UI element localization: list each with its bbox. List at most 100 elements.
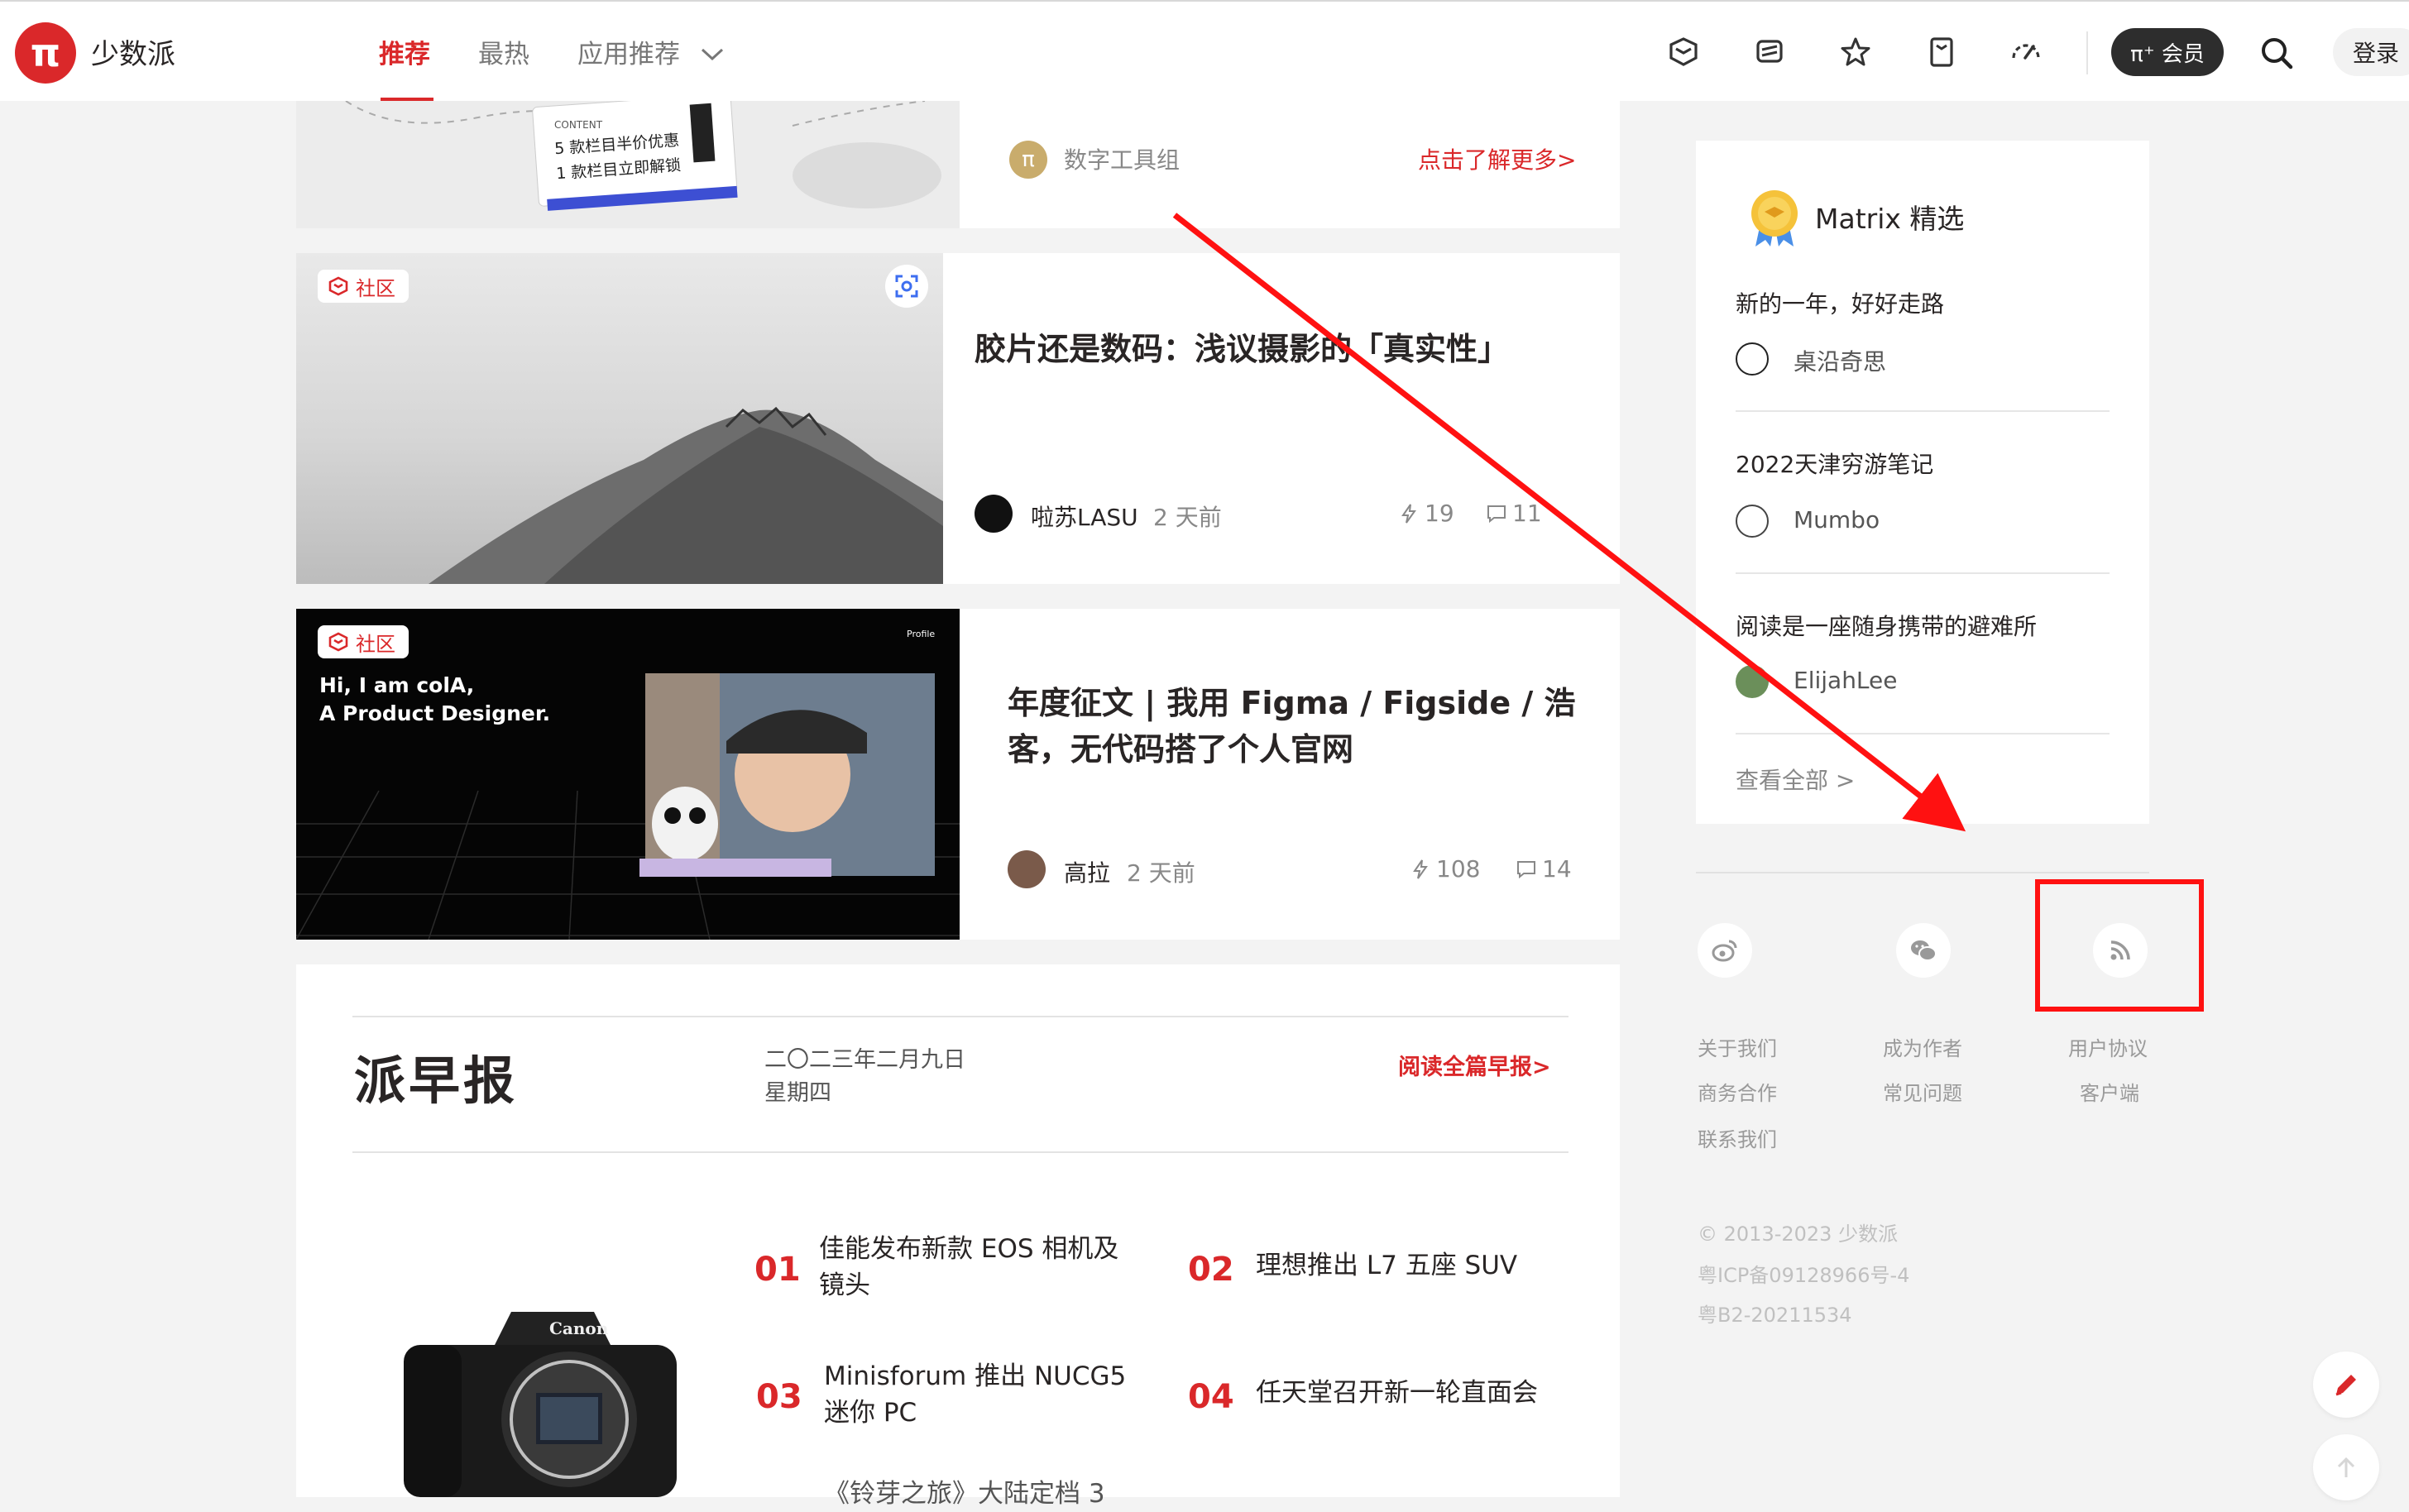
community-badge[interactable]: 社区 (318, 270, 409, 303)
matrix-divider (1736, 572, 2110, 574)
news-item-line-1[interactable]: 佳能发布新款 EOS 相机及 (819, 1231, 1118, 1267)
author-name[interactable]: 啦苏LASU (1031, 500, 1138, 533)
matrix-badge-icon (328, 276, 348, 296)
news-item-partial[interactable]: 《铃芽之旅》大陆定档 3 (824, 1476, 1105, 1512)
footer-link-become-author[interactable]: 成为作者 (1883, 1032, 1962, 1061)
write-button[interactable] (2313, 1352, 2379, 1418)
ticket-small-label: CONTENT (554, 119, 603, 131)
news-number: 01 (754, 1251, 801, 1289)
post-time: 2 天前 (1127, 859, 1195, 887)
bookmark-icon[interactable] (1924, 35, 1959, 69)
matrix-item-author[interactable]: ElijahLee (1794, 667, 1898, 694)
news-item-line-2[interactable]: 迷你 PC (824, 1395, 917, 1431)
read-full-daily-link[interactable]: 阅读全篇早报> (1398, 1049, 1551, 1081)
daily-date: 二〇二三年二月九日 (764, 1047, 965, 1073)
wechat-icon[interactable] (1896, 923, 1951, 978)
matrix-icon[interactable] (1666, 35, 1701, 69)
matrix-title[interactable]: Matrix 精选 (1815, 197, 1964, 237)
daily-bottom-line (352, 1151, 1568, 1153)
icp-license[interactable]: 粤ICP备09128966号-4 (1698, 1259, 1909, 1288)
like-count[interactable]: 108 (1410, 855, 1480, 883)
matrix-item-title[interactable]: 新的一年，好好走路 (1736, 286, 1944, 319)
comment-count-value: 11 (1512, 500, 1542, 527)
image-profile-label: Profile (907, 629, 936, 639)
article-card[interactable]: Profile Hi, I am colA, A Product Designe… (296, 609, 1620, 940)
like-count[interactable]: 19 (1398, 500, 1454, 527)
article-image: Profile Hi, I am colA, A Product Designe… (296, 609, 960, 940)
news-item-line-1[interactable]: Minisforum 推出 NUCG5 (824, 1358, 1126, 1395)
chevron-down-icon (701, 48, 723, 61)
news-item-line-2[interactable]: 镜头 (819, 1267, 870, 1304)
comment-count[interactable]: 14 (1516, 855, 1572, 883)
daily-top-line (352, 1016, 1568, 1017)
news-number: 04 (1188, 1378, 1234, 1416)
nav-hot[interactable]: 最热 (478, 33, 529, 70)
author-avatar[interactable]: π (1009, 141, 1047, 179)
podcast-icon[interactable] (1752, 35, 1787, 69)
author-avatar[interactable] (1736, 665, 1769, 698)
author-avatar[interactable] (1736, 342, 1769, 376)
nav-app-recommend[interactable]: 应用推荐 (577, 33, 725, 70)
search-icon[interactable] (2258, 35, 2295, 71)
footer-link-contact[interactable]: 联系我们 (1698, 1123, 1777, 1152)
footer-link-about[interactable]: 关于我们 (1698, 1032, 1777, 1061)
daily-title[interactable]: 派早报 (354, 1039, 518, 1113)
annotation-highlight-box (2035, 879, 2204, 1012)
news-item-line-1[interactable]: 理想推出 L7 五座 SUV (1256, 1247, 1517, 1284)
like-count-value: 19 (1425, 500, 1454, 527)
speed-icon[interactable] (2009, 35, 2043, 69)
author-name[interactable]: 高拉 (1064, 855, 1110, 888)
matrix-picks-card: Matrix 精选 新的一年，好好走路 桌沿奇思 2022天津穷游笔记 Mumb… (1696, 141, 2149, 824)
camera-image: Canon (404, 1295, 677, 1497)
member-button[interactable]: π⁺ 会员 (2111, 28, 2224, 76)
footer-link-business[interactable]: 商务合作 (1698, 1077, 1777, 1106)
camera-brand-text: Canon (549, 1318, 609, 1338)
pencil-icon (2335, 1375, 2356, 1396)
view-all-link[interactable]: 查看全部 > (1736, 763, 1855, 796)
matrix-item-author[interactable]: 桌沿奇思 (1794, 344, 1886, 377)
medal-icon (1751, 190, 1798, 246)
star-icon[interactable] (1838, 35, 1873, 69)
matrix-item-title[interactable]: 阅读是一座随身携带的避难所 (1736, 609, 2037, 642)
header-divider (2086, 31, 2088, 74)
logo-text[interactable]: 少数派 (91, 31, 175, 72)
article-title[interactable]: 胶片还是数码：浅议摄影的「真实性」 (975, 326, 1509, 372)
author-avatar[interactable] (1736, 505, 1769, 538)
article-title-line-1[interactable]: 年度征文 | 我用 Figma / Figside / 浩 (1008, 680, 1575, 726)
article-card[interactable]: 社区 胶片还是数码：浅议摄影的「真实性」 啦苏LASU 2 天前 19 11 (296, 253, 1620, 584)
author-name[interactable]: 数字工具组 (1064, 142, 1180, 175)
daily-weekday: 星期四 (764, 1080, 831, 1106)
icp-license-b2[interactable]: 粤B2-20211534 (1698, 1299, 1852, 1328)
footer-link-faq[interactable]: 常见问题 (1883, 1077, 1962, 1106)
article-image (296, 253, 943, 584)
news-item-line-1[interactable]: 任天堂召开新一轮直面会 (1256, 1375, 1538, 1411)
promo-card[interactable]: CONTENT 5 款栏目半价优惠 1 款栏目立即解锁 π 数字工具组 点击了解… (296, 101, 1620, 228)
login-button[interactable]: 登录 (2333, 28, 2409, 76)
comment-count-value: 14 (1542, 855, 1572, 883)
image-scan-icon[interactable] (885, 265, 928, 308)
lightning-icon (1401, 503, 1416, 524)
arrow-up-icon (2337, 1457, 2355, 1477)
back-to-top-button[interactable] (2313, 1434, 2379, 1500)
matrix-item-author[interactable]: Mumbo (1794, 506, 1880, 534)
author-avatar[interactable] (975, 495, 1013, 533)
matrix-item-title[interactable]: 2022天津穷游笔记 (1736, 447, 1933, 480)
article-title-line-2[interactable]: 客，无代码搭了个人官网 (1008, 726, 1353, 773)
matrix-badge-icon (328, 632, 348, 652)
author-avatar[interactable] (1008, 850, 1046, 888)
daily-news-card: 派早报 二〇二三年二月九日 星期四 阅读全篇早报> Canon 01 佳能发布新… (296, 964, 1620, 1509)
community-badge[interactable]: 社区 (318, 625, 409, 658)
learn-more-link[interactable]: 点击了解更多> (1418, 142, 1576, 175)
post-time: 2 天前 (1153, 504, 1222, 531)
footer-link-client[interactable]: 客户端 (2080, 1077, 2139, 1106)
lightning-icon (1413, 859, 1428, 879)
nav-app-recommend-label: 应用推荐 (577, 40, 680, 69)
comment-icon (1487, 505, 1506, 523)
top-header: π 少数派 推荐 最热 应用推荐 π⁺ 会员 登录 (0, 0, 2409, 103)
comment-count[interactable]: 11 (1486, 500, 1542, 527)
community-badge-label: 社区 (356, 632, 395, 656)
weibo-icon[interactable] (1698, 923, 1752, 978)
nav-recommend[interactable]: 推荐 (379, 33, 430, 70)
footer-link-terms[interactable]: 用户协议 (2068, 1032, 2148, 1061)
logo-icon[interactable]: π (15, 22, 76, 84)
